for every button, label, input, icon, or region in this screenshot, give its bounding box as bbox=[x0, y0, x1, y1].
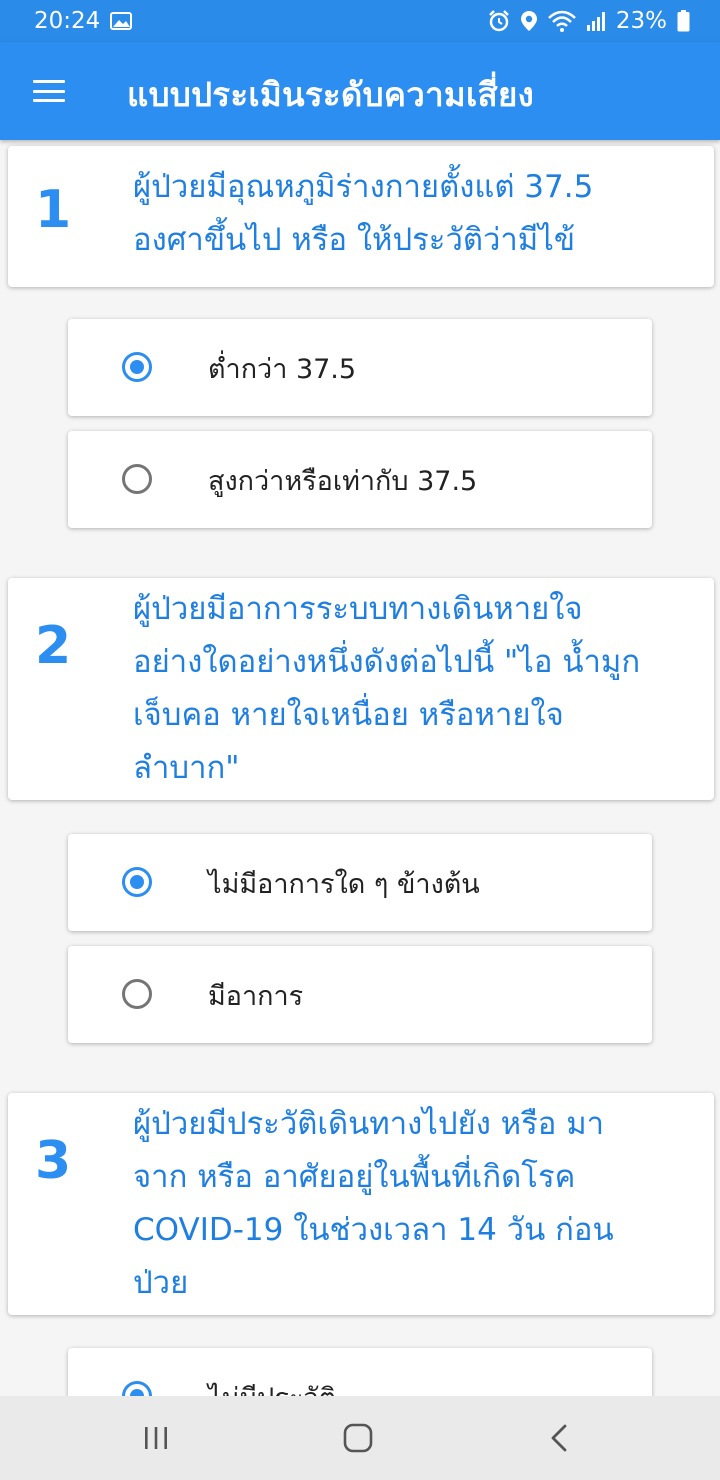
screen: 20:24 23% แบบประเมินระดับความเสี่ยง 1 ผู… bbox=[0, 0, 720, 1480]
radio-checked-icon[interactable] bbox=[122, 352, 152, 382]
question-text-line: ลำบาก" bbox=[133, 750, 240, 786]
signal-icon bbox=[586, 11, 606, 31]
question-card-1: 1 ผู้ป่วยมีอุณหภูมิร่างกายตั้งแต่ 37.5 อ… bbox=[8, 146, 714, 287]
alarm-icon bbox=[488, 10, 510, 32]
status-time: 20:24 bbox=[34, 8, 101, 34]
navigation-bar bbox=[0, 1396, 720, 1480]
radio-unchecked-icon[interactable] bbox=[122, 464, 152, 494]
status-bar: 20:24 23% bbox=[0, 0, 720, 42]
question-text-line: เจ็บคอ หายใจเหนื่อย หรือหายใจ bbox=[133, 697, 564, 733]
question-text: ผู้ป่วยมีอุณหภูมิร่างกายตั้งแต่ 37.5 องศ… bbox=[133, 161, 686, 267]
question-text-line: องศาขึ้นไป หรือ ให้ประวัติว่ามีไข้ bbox=[133, 222, 576, 258]
option-card-3-1[interactable]: ไม่มีประวัติ bbox=[68, 1348, 652, 1396]
question-number: 1 bbox=[35, 180, 72, 240]
option-card-1-1[interactable]: ต่ำกว่า 37.5 bbox=[68, 319, 652, 416]
option-card-2-2[interactable]: มีอาการ bbox=[68, 946, 652, 1043]
option-card-1-2[interactable]: สูงกว่าหรือเท่ากับ 37.5 bbox=[68, 431, 652, 528]
recent-apps-icon[interactable] bbox=[134, 1416, 178, 1460]
status-bar-right: 23% bbox=[488, 8, 690, 34]
question-number: 2 bbox=[35, 616, 72, 676]
option-label: สูงกว่าหรือเท่ากับ 37.5 bbox=[208, 466, 478, 497]
status-bar-left: 20:24 bbox=[34, 8, 133, 34]
radio-checked-icon[interactable] bbox=[122, 1381, 152, 1396]
image-icon bbox=[110, 12, 133, 30]
question-text: ผู้ป่วยมีอาการระบบทางเดินหายใจ อย่างใดอย… bbox=[133, 583, 686, 795]
question-number: 3 bbox=[35, 1131, 72, 1191]
option-label: ต่ำกว่า 37.5 bbox=[208, 354, 357, 385]
location-icon bbox=[520, 10, 538, 32]
question-text-line: ป่วย bbox=[133, 1265, 189, 1301]
hamburger-menu-icon[interactable] bbox=[33, 80, 65, 102]
question-text-line: ผู้ป่วยมีอาการระบบทางเดินหายใจ bbox=[133, 591, 583, 627]
battery-percent: 23% bbox=[615, 8, 667, 34]
question-text-line: ผู้ป่วยมีอุณหภูมิร่างกายตั้งแต่ 37.5 bbox=[133, 169, 594, 205]
question-card-2: 2 ผู้ป่วยมีอาการระบบทางเดินหายใจ อย่างใด… bbox=[8, 578, 714, 800]
question-text: ผู้ป่วยมีประวัติเดินทางไปยัง หรือ มา จาก… bbox=[133, 1098, 686, 1310]
option-label: มีอาการ bbox=[208, 981, 304, 1012]
option-label: ไม่มีอาการใด ๆ ข้างต้น bbox=[208, 869, 480, 900]
option-label: ไม่มีประวัติ bbox=[208, 1376, 336, 1396]
battery-icon bbox=[677, 10, 690, 32]
question-text-line: อย่างใดอย่างหนึ่งดังต่อไปนี้ "ไอ น้ำมูก bbox=[133, 644, 641, 680]
page-title: แบบประเมินระดับความเสี่ยง bbox=[127, 75, 535, 114]
question-text-line: จาก หรือ อาศัยอยู่ในพื้นที่เกิดโรค bbox=[133, 1159, 576, 1195]
assessment-form[interactable]: 1 ผู้ป่วยมีอุณหภูมิร่างกายตั้งแต่ 37.5 อ… bbox=[0, 140, 720, 1396]
app-bar: แบบประเมินระดับความเสี่ยง bbox=[0, 42, 720, 140]
home-icon[interactable] bbox=[336, 1416, 380, 1460]
back-icon[interactable] bbox=[538, 1416, 582, 1460]
question-text-line: COVID-19 ในช่วงเวลา 14 วัน ก่อน bbox=[133, 1212, 614, 1248]
radio-unchecked-icon[interactable] bbox=[122, 979, 152, 1009]
option-card-2-1[interactable]: ไม่มีอาการใด ๆ ข้างต้น bbox=[68, 834, 652, 931]
question-card-3: 3 ผู้ป่วยมีประวัติเดินทางไปยัง หรือ มา จ… bbox=[8, 1093, 714, 1315]
wifi-icon bbox=[547, 10, 576, 32]
question-text-line: ผู้ป่วยมีประวัติเดินทางไปยัง หรือ มา bbox=[133, 1106, 605, 1142]
radio-checked-icon[interactable] bbox=[122, 867, 152, 897]
